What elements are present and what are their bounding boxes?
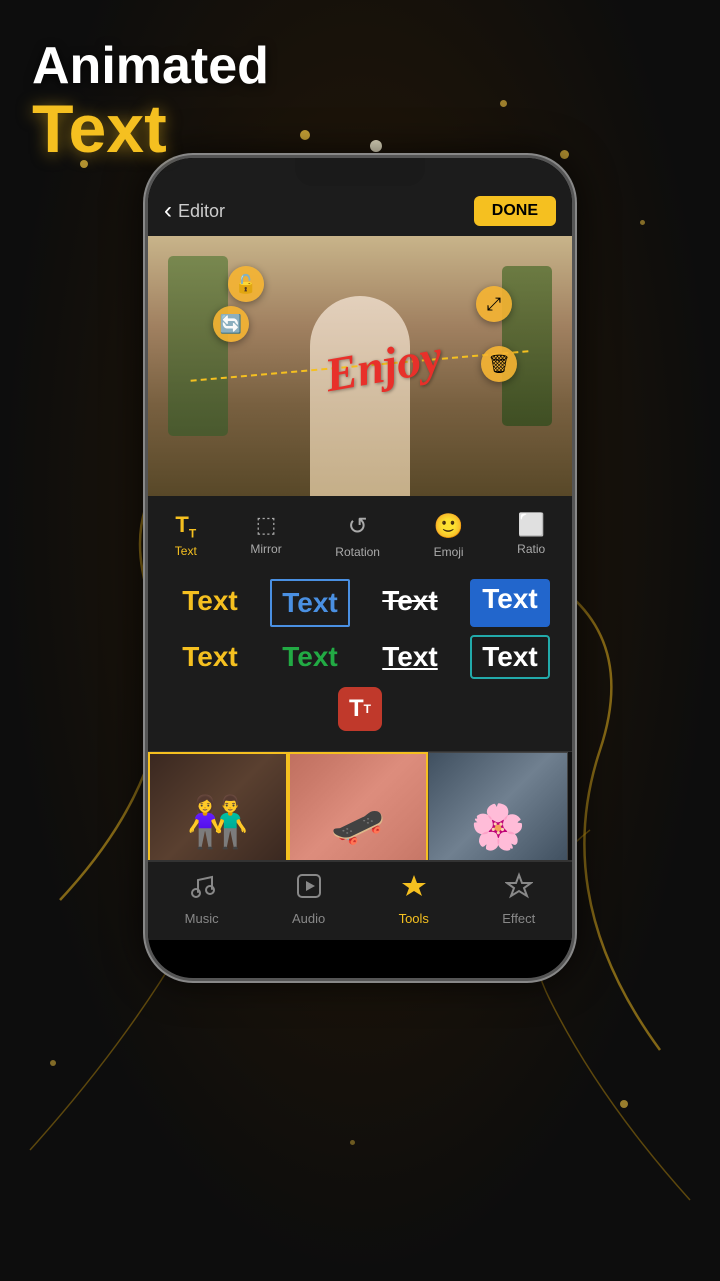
title-line1: Animated: [32, 38, 269, 95]
title-line2: Text: [32, 95, 269, 163]
effect-icon: [505, 872, 533, 907]
text-style-green[interactable]: Text: [270, 635, 350, 679]
text-style-teal-border[interactable]: Text: [470, 635, 550, 679]
back-button[interactable]: ‹ Editor: [164, 197, 225, 225]
emoji-label: Emoji: [434, 545, 464, 559]
toolbar-rotation[interactable]: ↺ Rotation: [327, 508, 388, 563]
text-label: Text: [175, 544, 197, 558]
clip-1[interactable]: 👫: [148, 752, 288, 861]
text-style-underline[interactable]: Text: [370, 635, 450, 679]
audio-label: Audio: [292, 911, 325, 926]
text-icon: TT: [175, 512, 196, 540]
text-style-yellow2[interactable]: Text: [170, 635, 250, 679]
music-label: Music: [185, 911, 219, 926]
photo-area: Enjoy 🔓 🔄 ⤢ 🗑: [148, 236, 572, 496]
done-button[interactable]: DONE: [474, 196, 556, 226]
nav-music[interactable]: Music: [185, 872, 219, 926]
phone-container: ‹ Editor DONE Enjoy: [145, 155, 575, 981]
lock-icon[interactable]: 🔓: [228, 266, 264, 302]
photo-scene: Enjoy 🔓 🔄 ⤢ 🗑: [148, 236, 572, 496]
nav-tools[interactable]: Tools: [399, 872, 429, 926]
bottom-nav: Music Audio: [148, 861, 572, 940]
phone-notch: [295, 158, 425, 186]
rotate-icon[interactable]: 🔄: [213, 306, 249, 342]
move-icon[interactable]: ⤢: [476, 286, 512, 322]
text-style-strikethrough[interactable]: Text: [370, 579, 450, 627]
toolbar-mirror[interactable]: ⬚ Mirror: [242, 508, 289, 560]
nav-effect[interactable]: Effect: [502, 872, 535, 926]
title-area: Animated Text: [32, 38, 269, 163]
timeline[interactable]: 👫 🛹 🌸: [148, 751, 572, 861]
mirror-icon: ⬚: [256, 512, 277, 538]
rotation-label: Rotation: [335, 545, 380, 559]
rotation-icon: ↺: [348, 512, 368, 541]
toolbar-emoji[interactable]: 🙂 Emoji: [426, 508, 472, 563]
clip-2[interactable]: 🛹: [288, 752, 428, 861]
editor-label: Editor: [178, 201, 225, 222]
toolbar-text[interactable]: TT Text: [167, 508, 205, 562]
tools-icon: [400, 872, 428, 907]
phone-frame: ‹ Editor DONE Enjoy: [145, 155, 575, 981]
tt-icon-container: TT: [160, 687, 560, 731]
text-styles-area: Text Text Text Text Text Text Text Text …: [148, 571, 572, 751]
tt-icon[interactable]: TT: [338, 687, 382, 731]
emoji-icon: 🙂: [434, 512, 464, 541]
ratio-icon: ⬜: [517, 512, 544, 538]
clip-3[interactable]: 🌸: [428, 752, 568, 861]
text-style-white-on-blue[interactable]: Text: [470, 579, 550, 627]
tools-label: Tools: [399, 911, 429, 926]
nav-audio[interactable]: Audio: [292, 872, 325, 926]
audio-icon: [295, 872, 323, 907]
mirror-label: Mirror: [250, 542, 281, 556]
effect-label: Effect: [502, 911, 535, 926]
trash-icon[interactable]: 🗑: [481, 346, 517, 382]
ratio-label: Ratio: [517, 542, 545, 556]
toolbar-ratio[interactable]: ⬜ Ratio: [509, 508, 553, 560]
text-style-yellow[interactable]: Text: [170, 579, 250, 627]
text-styles-row1: Text Text Text Text: [160, 579, 560, 627]
text-style-blue-outline[interactable]: Text: [270, 579, 350, 627]
toolbar: TT Text ⬚ Mirror ↺ Rotation �: [148, 496, 572, 571]
text-styles-row2: Text Text Text Text: [160, 635, 560, 679]
music-icon: [188, 872, 216, 907]
phone-screen: ‹ Editor DONE Enjoy: [148, 158, 572, 978]
toolbar-items: TT Text ⬚ Mirror ↺ Rotation �: [148, 508, 572, 563]
